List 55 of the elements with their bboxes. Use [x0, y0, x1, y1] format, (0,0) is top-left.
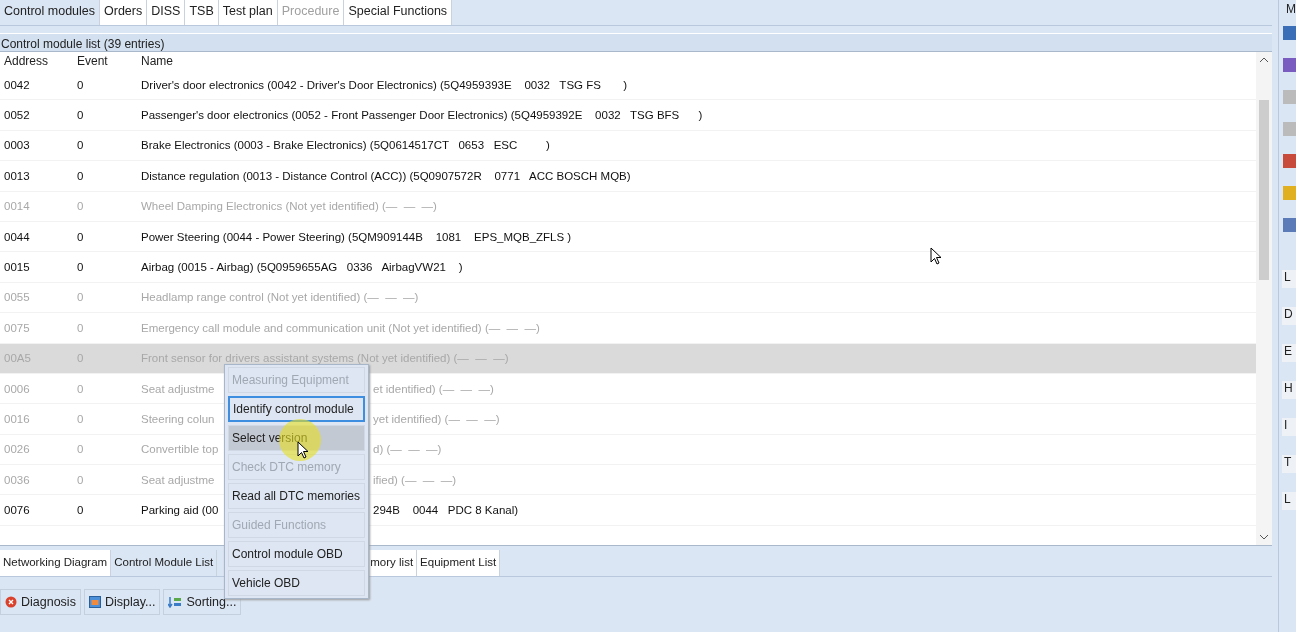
table-cell: Power Steering (0044 - Power Steering) (5QM909144B 1081 EPS_MQB_ZFLS ): [141, 230, 572, 243]
tab[interactable]: TSB: [185, 0, 219, 25]
menu-item[interactable]: Vehicle OBD: [228, 570, 365, 596]
side-label[interactable]: L: [1282, 492, 1296, 510]
column-header[interactable]: Event: [73, 54, 137, 68]
list-title: Control module list (39 entries): [0, 33, 1272, 52]
toolbar-button[interactable]: Diagnosis: [0, 589, 81, 615]
scroll-up-icon[interactable]: [1260, 57, 1268, 63]
toolbar-button[interactable]: Display...: [83, 589, 161, 615]
tab[interactable]: mory list: [367, 550, 418, 576]
scrollbar-thumb[interactable]: [1259, 100, 1269, 280]
stop-icon: [5, 596, 17, 608]
table-cell: Driver's door electronics (0042 - Driver's Door Electronics) (5Q4959393E 0032 TSG FS ): [141, 78, 628, 91]
table-cell: Steering colun: [141, 413, 215, 425]
tab[interactable]: Control Module List: [111, 550, 218, 576]
column-header[interactable]: Name: [137, 54, 1256, 68]
cursor-icon: [297, 441, 309, 459]
tab[interactable]: Orders: [100, 0, 148, 25]
side-label[interactable]: D: [1282, 307, 1296, 325]
tab[interactable]: Equipment List: [417, 550, 501, 576]
table-cell: Seat adjustme: [141, 473, 215, 486]
table-cell: Airbag (0015 - Airbag) (5Q0959655AG 0336 AirbagVW21 ): [141, 261, 463, 274]
table-cell: Parking aid (00: [141, 504, 219, 517]
table-cell: Seat adjustme: [141, 382, 215, 395]
toolbar-button[interactable]: Sorting...: [163, 589, 242, 615]
side-label[interactable]: L: [1282, 270, 1296, 288]
side-label[interactable]: I: [1282, 418, 1296, 436]
table-cell: Passenger's door electronics (0052 - Front Passenger Door Electronics) (5Q4959392E 0032 TSG BFS ): [141, 109, 703, 122]
menu-item[interactable]: Control module OBD: [228, 541, 365, 567]
menu-item[interactable]: Identify control module: [228, 396, 365, 422]
side-label[interactable]: T: [1282, 455, 1296, 473]
table-cell: yet identified) (— — —): [373, 413, 500, 425]
menu-item[interactable]: Read all DTC memories: [228, 483, 365, 509]
side-label[interactable]: H: [1282, 381, 1296, 399]
window-icon: [88, 596, 101, 608]
tab[interactable]: Special Functions: [344, 0, 453, 25]
sort-icon: [168, 596, 183, 608]
table-cell: et identified) (— — —): [373, 382, 494, 395]
table-cell: Emergency call module and communication unit (Not yet identified) (— — —): [141, 321, 540, 334]
panel-header: M: [1286, 2, 1296, 16]
column-header[interactable]: Address: [0, 54, 73, 68]
table-cell: Distance regulation (0013 - Distance Control (ACC)) (5Q0907572R 0771 ACC BOSCH MQB): [141, 169, 631, 182]
table-cell: Wheel Damping Electronics (Not yet identified) (— — —): [141, 200, 437, 213]
tab[interactable]: Networking Diagram: [0, 550, 112, 576]
table-cell: 294B 0044 PDC 8 Kanal): [373, 504, 519, 517]
side-label[interactable]: E: [1282, 344, 1296, 362]
table-cell: d) (— — —): [373, 443, 442, 456]
tab[interactable]: Test plan: [218, 0, 278, 25]
scroll-down-icon[interactable]: [1260, 534, 1268, 540]
table-cell: Headlamp range control (Not yet identified) (— — —): [141, 291, 419, 304]
tab[interactable]: DISS: [147, 0, 186, 25]
table-cell: Brake Electronics (0003 - Brake Electronics) (5Q0614517CT 0653 ESC ): [141, 139, 550, 152]
table-cell: Convertible top: [141, 443, 219, 456]
scrollbar[interactable]: [1256, 52, 1272, 545]
table-cell: ified) (— — —): [373, 473, 457, 486]
